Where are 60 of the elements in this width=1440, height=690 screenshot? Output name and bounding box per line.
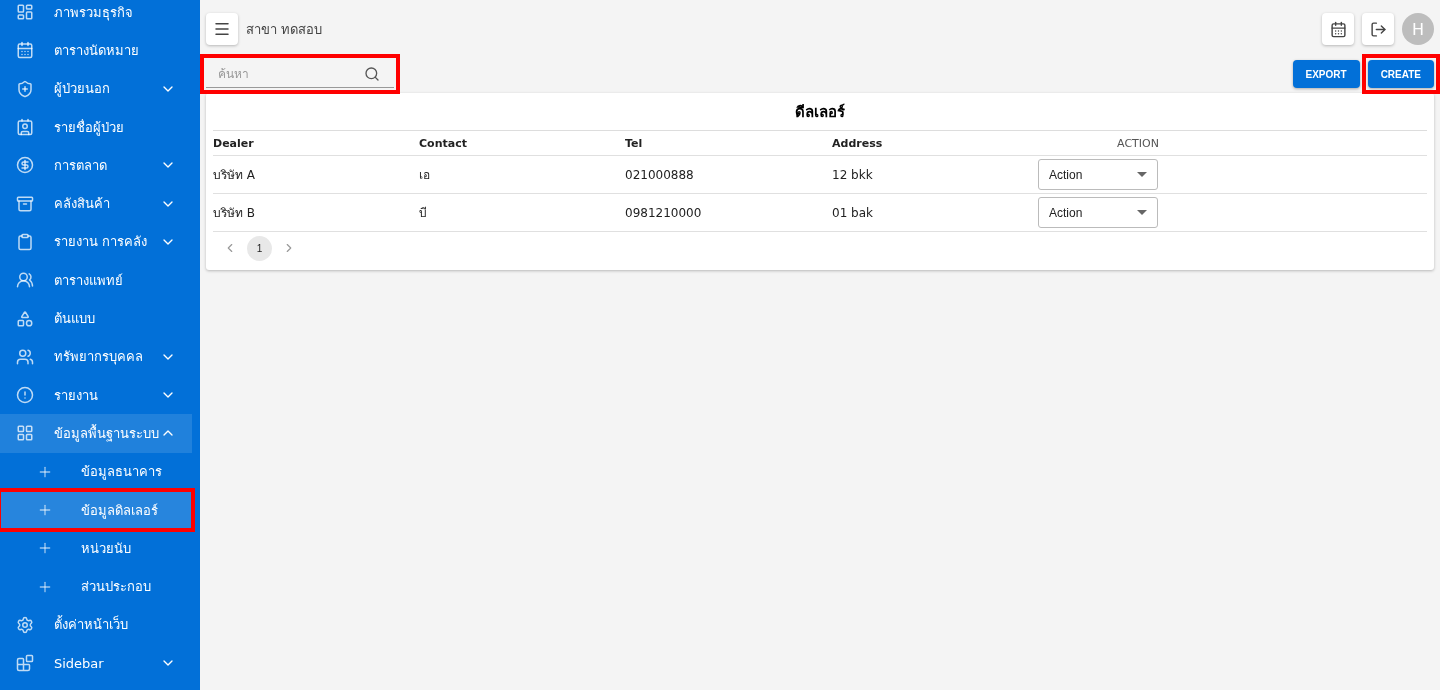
grid-icon (16, 424, 34, 443)
alert-icon (16, 386, 34, 405)
caret-icon (1137, 210, 1147, 215)
caret-icon (1137, 172, 1147, 177)
column-header: ACTION (1116, 136, 1160, 150)
table-cell-text: 0981210000 (625, 205, 703, 220)
table-cell-text: เอ (419, 167, 431, 184)
sidebar-subitem[interactable]: ข้อมูลธนาคาร (0, 452, 192, 491)
table-title: ดีลเลอร์ (213, 93, 1427, 131)
sidebar-item[interactable]: รายงาน (0, 375, 192, 415)
logout-button[interactable] (1362, 13, 1394, 45)
menu-icon (213, 20, 231, 38)
table-cell-text: 12 bkk (832, 167, 874, 182)
sidebar-subitem[interactable]: ข้อมูลดิลเลอร์ (0, 490, 192, 530)
branch-name: สาขา ทดสอบ (246, 20, 324, 39)
logout-icon (1369, 20, 1387, 38)
sidebar-item[interactable]: Sidebar (0, 644, 192, 683)
action-dropdown[interactable]: Action (1038, 197, 1158, 228)
sidebar-item[interactable]: ตั้งค่าหน้าเว็บ (0, 605, 192, 645)
column-header: Tel (625, 136, 644, 150)
sidebar-item[interactable]: รายชื่อผู้ป่วย (0, 107, 192, 147)
menu-button[interactable] (206, 13, 238, 45)
table-cell-text: บริษัท A (213, 167, 257, 184)
column-header: Contact (419, 136, 468, 150)
sidebar-item[interactable]: ตารางนัดหมาย (0, 31, 192, 70)
table-cell-text: บริษัท B (213, 205, 257, 222)
sidebar-item[interactable]: ภาพรวมธุรกิจ (0, 0, 192, 32)
sidebar-item[interactable]: รายงาน การคลัง (0, 222, 192, 262)
table-cell-text: 021000888 (625, 167, 695, 182)
column-header: Address (832, 136, 884, 150)
table-cell-text: 01 bak (832, 205, 874, 220)
calendar-icon (16, 41, 34, 60)
sidebar-item[interactable]: ทรัพยากรบุคคล (0, 337, 192, 376)
sidebar-item[interactable]: การตลาด (0, 146, 192, 185)
dashboard-icon (16, 3, 34, 22)
action-dropdown[interactable]: Action (1038, 159, 1158, 190)
sidebar-subitem[interactable]: ส่วนประกอบ (0, 567, 192, 606)
archive-icon (16, 194, 34, 213)
column-header: Dealer (213, 136, 255, 150)
clipboard-icon (16, 232, 34, 251)
sidebar-subitem[interactable]: หน่วยนับ (0, 529, 192, 568)
sidebar-item[interactable]: ตารางแพทย์ (0, 261, 192, 300)
calendar-icon (1329, 20, 1347, 38)
plus-icon (37, 502, 53, 518)
sidebar-item[interactable]: คลังสินค้า (0, 184, 192, 223)
search-icon (364, 66, 380, 82)
calendar-button[interactable] (1322, 13, 1354, 45)
sidebar-item[interactable]: ต้นแบบ (0, 299, 192, 338)
page-button[interactable]: 1 (247, 235, 272, 261)
shapes-icon (16, 309, 34, 328)
action-button[interactable]: CREATE (1367, 60, 1434, 88)
action-button[interactable]: EXPORT (1292, 60, 1360, 88)
search-field[interactable]: ค้นหา (206, 60, 394, 88)
table-cell-text: บี (419, 205, 428, 222)
sidebar-item[interactable]: ผู้ป่วยนอก (0, 69, 192, 108)
blocks-icon (16, 654, 34, 673)
dollar-icon (16, 156, 34, 175)
settings-icon (16, 615, 34, 634)
sidebar-item[interactable]: ข้อมูลพื้นฐานระบบ (0, 414, 192, 453)
shield-icon (16, 79, 34, 98)
